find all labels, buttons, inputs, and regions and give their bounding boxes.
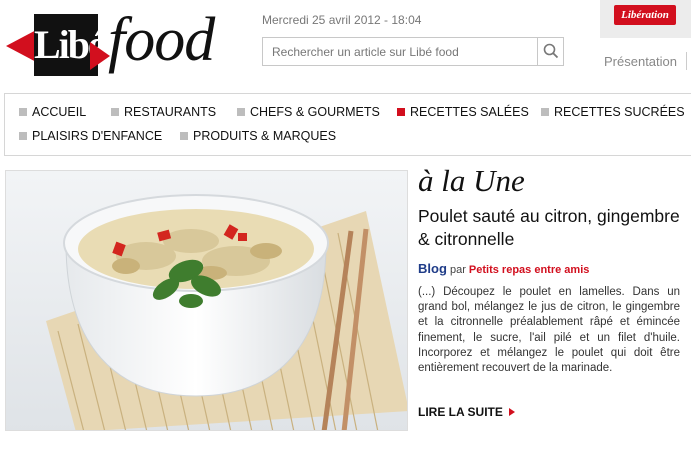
presentation-link[interactable]: Présentation (604, 54, 677, 69)
section-heading-a-la-une: à la Une (418, 163, 525, 198)
logo-red-triangle-right (90, 42, 110, 70)
search-icon (543, 43, 559, 59)
nav-item-accueil[interactable]: ACCUEIL (19, 105, 86, 119)
read-more-label: LIRE LA SUITE (418, 405, 503, 419)
nav-bullet (19, 108, 27, 116)
main-nav: ACCUEIL RESTAURANTS CHEFS & GOURMETS REC… (4, 93, 691, 156)
nav-bullet (19, 132, 27, 140)
article-excerpt: (...) Découpez le poulet en lamelles. Da… (418, 286, 680, 375)
nav-item-label: PRODUITS & MARQUES (193, 129, 337, 143)
nav-bullet (541, 108, 549, 116)
logo-food-text: food (108, 6, 215, 74)
search-button[interactable] (537, 38, 563, 65)
nav-bullet-active (397, 108, 405, 116)
nav-item-restaurants[interactable]: RESTAURANTS (111, 105, 216, 119)
nav-item-recettes-sucrees[interactable]: RECETTES SUCRÉES (541, 105, 685, 119)
nav-item-label: ACCUEIL (32, 105, 87, 119)
blog-label: Blog (418, 261, 447, 276)
nav-item-label: PLAISIRS D'ENFANCE (32, 129, 163, 143)
nav-bullet (111, 108, 119, 116)
nav-item-recettes-salees[interactable]: RECETTES SALÉES (397, 105, 529, 119)
nav-item-chefs-gourmets[interactable]: CHEFS & GOURMETS (237, 105, 380, 119)
search-input[interactable] (263, 38, 537, 65)
nav-item-label: RESTAURANTS (124, 105, 217, 119)
libe-food-logo[interactable]: Libé food (6, 4, 246, 82)
current-date: Mercredi 25 avril 2012 - 18:04 (262, 13, 422, 27)
author-link[interactable]: Petits repas entre amis (469, 264, 589, 276)
arrow-right-icon (508, 408, 515, 416)
nav-item-label: RECETTES SUCRÉES (554, 105, 685, 119)
liberation-logo: Libération (614, 5, 676, 25)
nav-bullet (180, 132, 188, 140)
chicken-bowl-image (6, 171, 407, 430)
liberation-link[interactable]: Libération (600, 0, 691, 38)
nav-item-label: CHEFS & GOURMETS (250, 105, 380, 119)
article-title[interactable]: Poulet sauté au citron, gingembre & citr… (418, 205, 690, 251)
nav-item-plaisirs-enfance[interactable]: PLAISIRS D'ENFANCE (19, 129, 162, 143)
by-text: par (449, 264, 466, 276)
article-byline: Blog par Petits repas entre amis (418, 261, 589, 276)
search-box (262, 37, 564, 66)
logo-libe-text: Libé (34, 14, 106, 76)
header-separator (686, 52, 687, 70)
nav-item-produits-marques[interactable]: PRODUITS & MARQUES (180, 129, 336, 143)
nav-item-label: RECETTES SALÉES (410, 105, 529, 119)
nav-bullet (237, 108, 245, 116)
read-more-link[interactable]: LIRE LA SUITE (418, 405, 515, 419)
feature-photo[interactable] (5, 170, 408, 431)
